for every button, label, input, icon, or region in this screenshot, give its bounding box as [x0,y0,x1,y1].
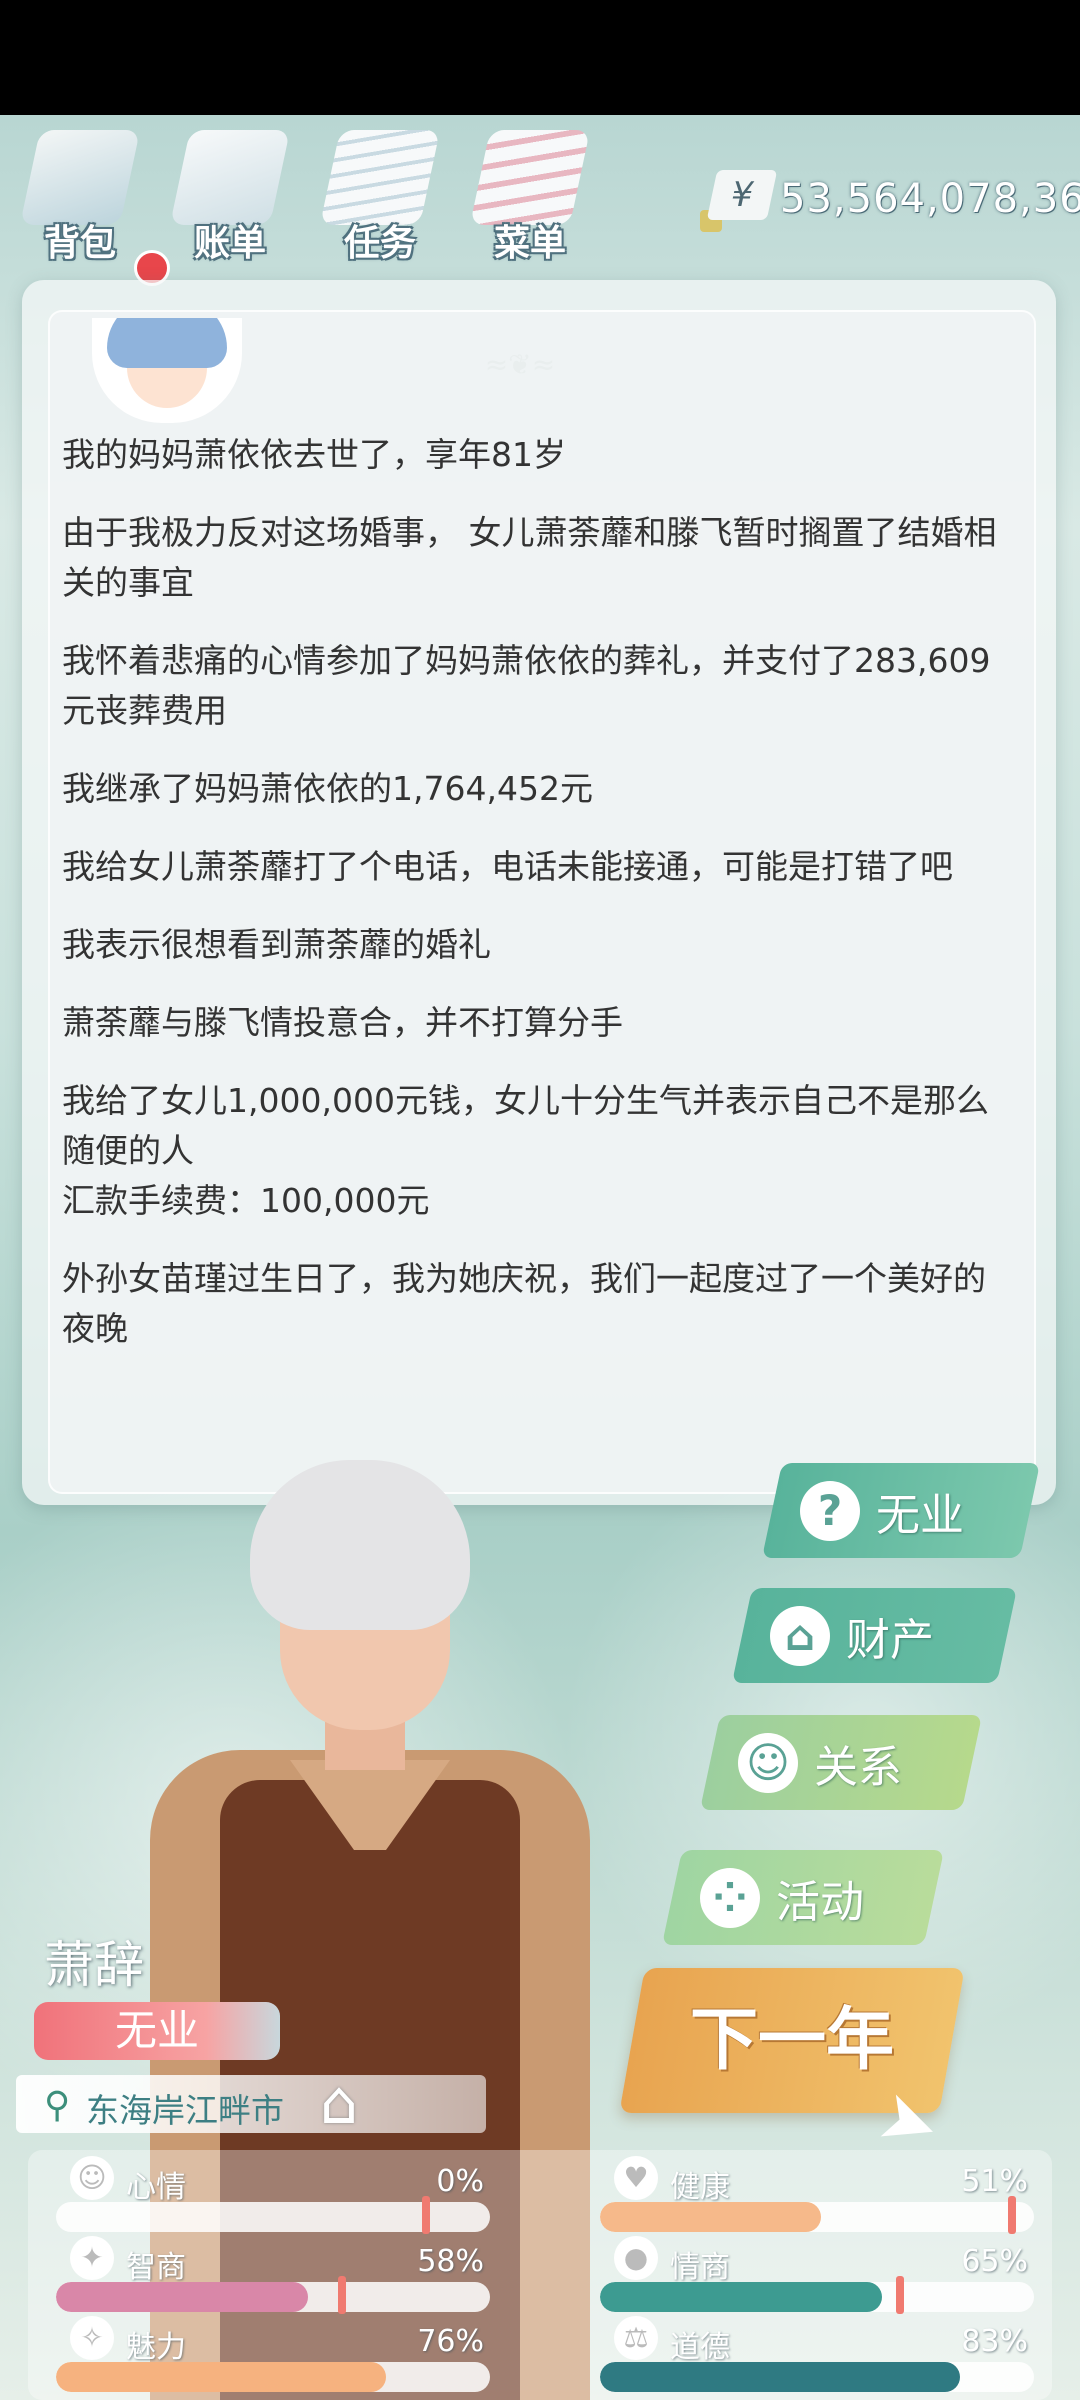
log-item: 我给了女儿1,000,000元钱，女儿十分生气并表示自己不是那么随便的人 汇款手… [62,1081,989,1220]
bag-icon [19,130,141,225]
stat-bar [56,2362,490,2392]
stat-iq: ✦ 智商 58% [56,2236,490,2314]
ornament-icon: ≈❦≈ [484,348,556,381]
stat-value: 76% [417,2324,484,2359]
apple-icon: ● [614,2236,658,2280]
stat-label: 心情 [126,2170,186,2205]
log-item: 萧荼蘼与滕飞情投意合，并不打算分手 [62,1003,623,1042]
money-amount: 53,564,078,364 [780,176,1080,222]
stat-bar [600,2282,1034,2312]
stat-bar-fill [56,2362,386,2392]
stat-mood: ☺ 心情 0% [56,2156,490,2234]
bill-icon [169,130,291,225]
menu-icon [469,130,591,225]
heart-icon: ♥ [614,2156,658,2200]
log-item: 外孙女苗瑾过生日了，我为她庆祝，我们一起度过了一个美好的夜晚 [62,1259,986,1348]
task-label: 任务 [343,223,416,264]
stat-marker [1008,2196,1016,2234]
money-display: ¥ 53,564,078,364 [700,170,1080,240]
log-item: 由于我极力反对这场婚事， 女儿萧荼蘼和滕飞暂时搁置了结婚相关的事宜 [62,513,997,602]
menu-button[interactable]: 菜单 [460,120,600,270]
stat-health: ♥ 健康 51% [600,2156,1034,2234]
stat-bar-fill [600,2202,822,2232]
stat-bar-fill [600,2282,883,2312]
stat-value: 65% [961,2244,1028,2279]
stat-marker [422,2196,430,2234]
home-icon[interactable]: ⌂ [320,2068,390,2138]
stat-value: 0% [436,2164,484,2199]
mood-icon: ☺ [70,2156,114,2200]
log-item: 我表示很想看到萧荼蘼的婚礼 [62,925,491,964]
stat-bar [600,2202,1034,2232]
stat-value: 51% [961,2164,1028,2199]
stat-marker [338,2276,346,2314]
activity-button[interactable]: ⁘ 活动 [661,1850,945,1945]
status-bar [0,0,1080,115]
stat-label: 情商 [670,2250,730,2285]
scales-icon: ⚖ [614,2316,658,2360]
stat-bar-fill [600,2362,961,2392]
log-item: 我继承了妈妈萧依依的1,764,452元 [62,769,593,808]
character-name: 萧辞 [44,1936,144,1994]
bag-button[interactable]: 背包 [10,120,150,270]
character-hair [250,1460,470,1630]
log-item: 我给女儿萧荼蘼打了个电话，电话未能接通，可能是打错了吧 [62,847,953,886]
log-item: 我的妈妈萧依依去世了，享年81岁 [62,435,566,474]
question-icon: ? [800,1480,860,1541]
stat-eq: ● 情商 65% [600,2236,1034,2314]
stat-label: 魅力 [126,2330,186,2365]
stat-charm: ✧ 魅力 76% [56,2316,490,2392]
bill-label: 账单 [193,223,266,264]
stat-value: 58% [417,2244,484,2279]
stat-bar [600,2362,1034,2392]
stat-moral: ⚖ 道德 83% [600,2316,1034,2392]
relation-button-label: 关系 [814,1741,902,1793]
asset-button-label: 财产 [846,1614,934,1666]
location-pin-icon: ⚲ [44,2085,71,2126]
location-text: 东海岸江畔市 [86,2091,284,2130]
bulb-icon: ✦ [70,2236,114,2280]
stat-value: 83% [961,2324,1028,2359]
activity-icon: ⁘ [700,1867,760,1928]
job-button[interactable]: ? 无业 [761,1463,1041,1558]
task-icon [319,130,441,225]
bill-button[interactable]: 账单 [160,120,300,270]
house-icon: ⌂ [770,1605,830,1666]
bag-label: 背包 [43,223,116,264]
asset-button[interactable]: ⌂ 财产 [731,1588,1018,1683]
activity-button-label: 活动 [776,1876,864,1928]
stat-marker [896,2276,904,2314]
stat-label: 道德 [670,2330,730,2365]
yen-icon: ¥ [706,170,778,220]
relation-button[interactable]: ☺ 关系 [699,1715,983,1810]
stat-bar-fill [56,2282,308,2312]
sparkle-icon: ✧ [70,2316,114,2360]
event-log: 我的妈妈萧依依去世了，享年81岁 由于我极力反对这场婚事， 女儿萧荼蘼和滕飞暂时… [62,430,1012,1382]
job-badge: 无业 [34,2002,280,2060]
avatar-hair [107,318,227,368]
people-icon: ☺ [738,1732,798,1793]
log-item: 我怀着悲痛的心情参加了妈妈萧依依的葬礼，并支付了283,609元丧葬费用 [62,641,991,730]
stat-label: 智商 [126,2250,186,2285]
menu-label: 菜单 [493,223,566,264]
job-button-label: 无业 [876,1489,964,1541]
stat-label: 健康 [670,2170,730,2205]
task-button[interactable]: 任务 [310,120,450,270]
stat-bar [56,2282,490,2312]
